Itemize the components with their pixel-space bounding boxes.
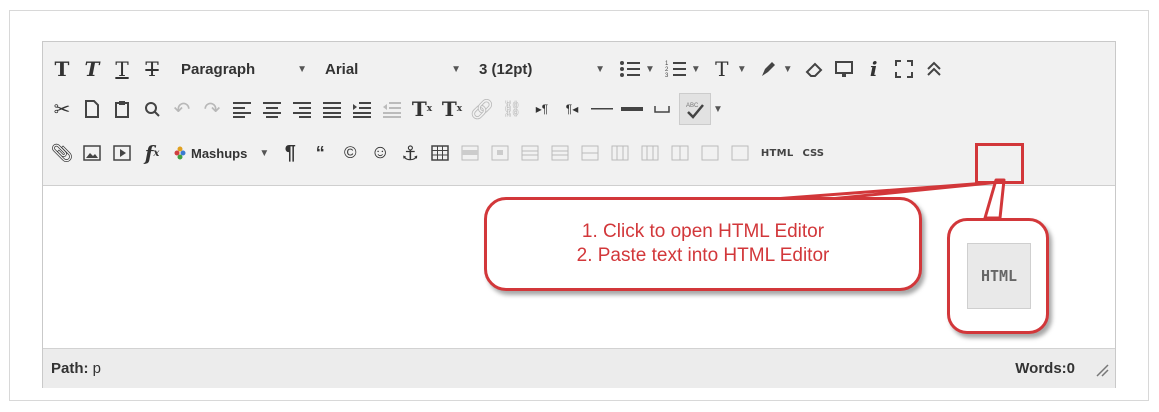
callout-line-2: 2. Paste text into HTML Editor	[576, 245, 830, 266]
html-button-zoom: HTML	[947, 218, 1049, 334]
html-button-zoom-label: HTML	[967, 243, 1031, 309]
instruction-callout: 1. Click to open HTML Editor 2. Paste te…	[484, 197, 922, 291]
html-button-highlight	[975, 143, 1024, 184]
callout-line-1: 1. Click to open HTML Editor	[581, 221, 825, 242]
